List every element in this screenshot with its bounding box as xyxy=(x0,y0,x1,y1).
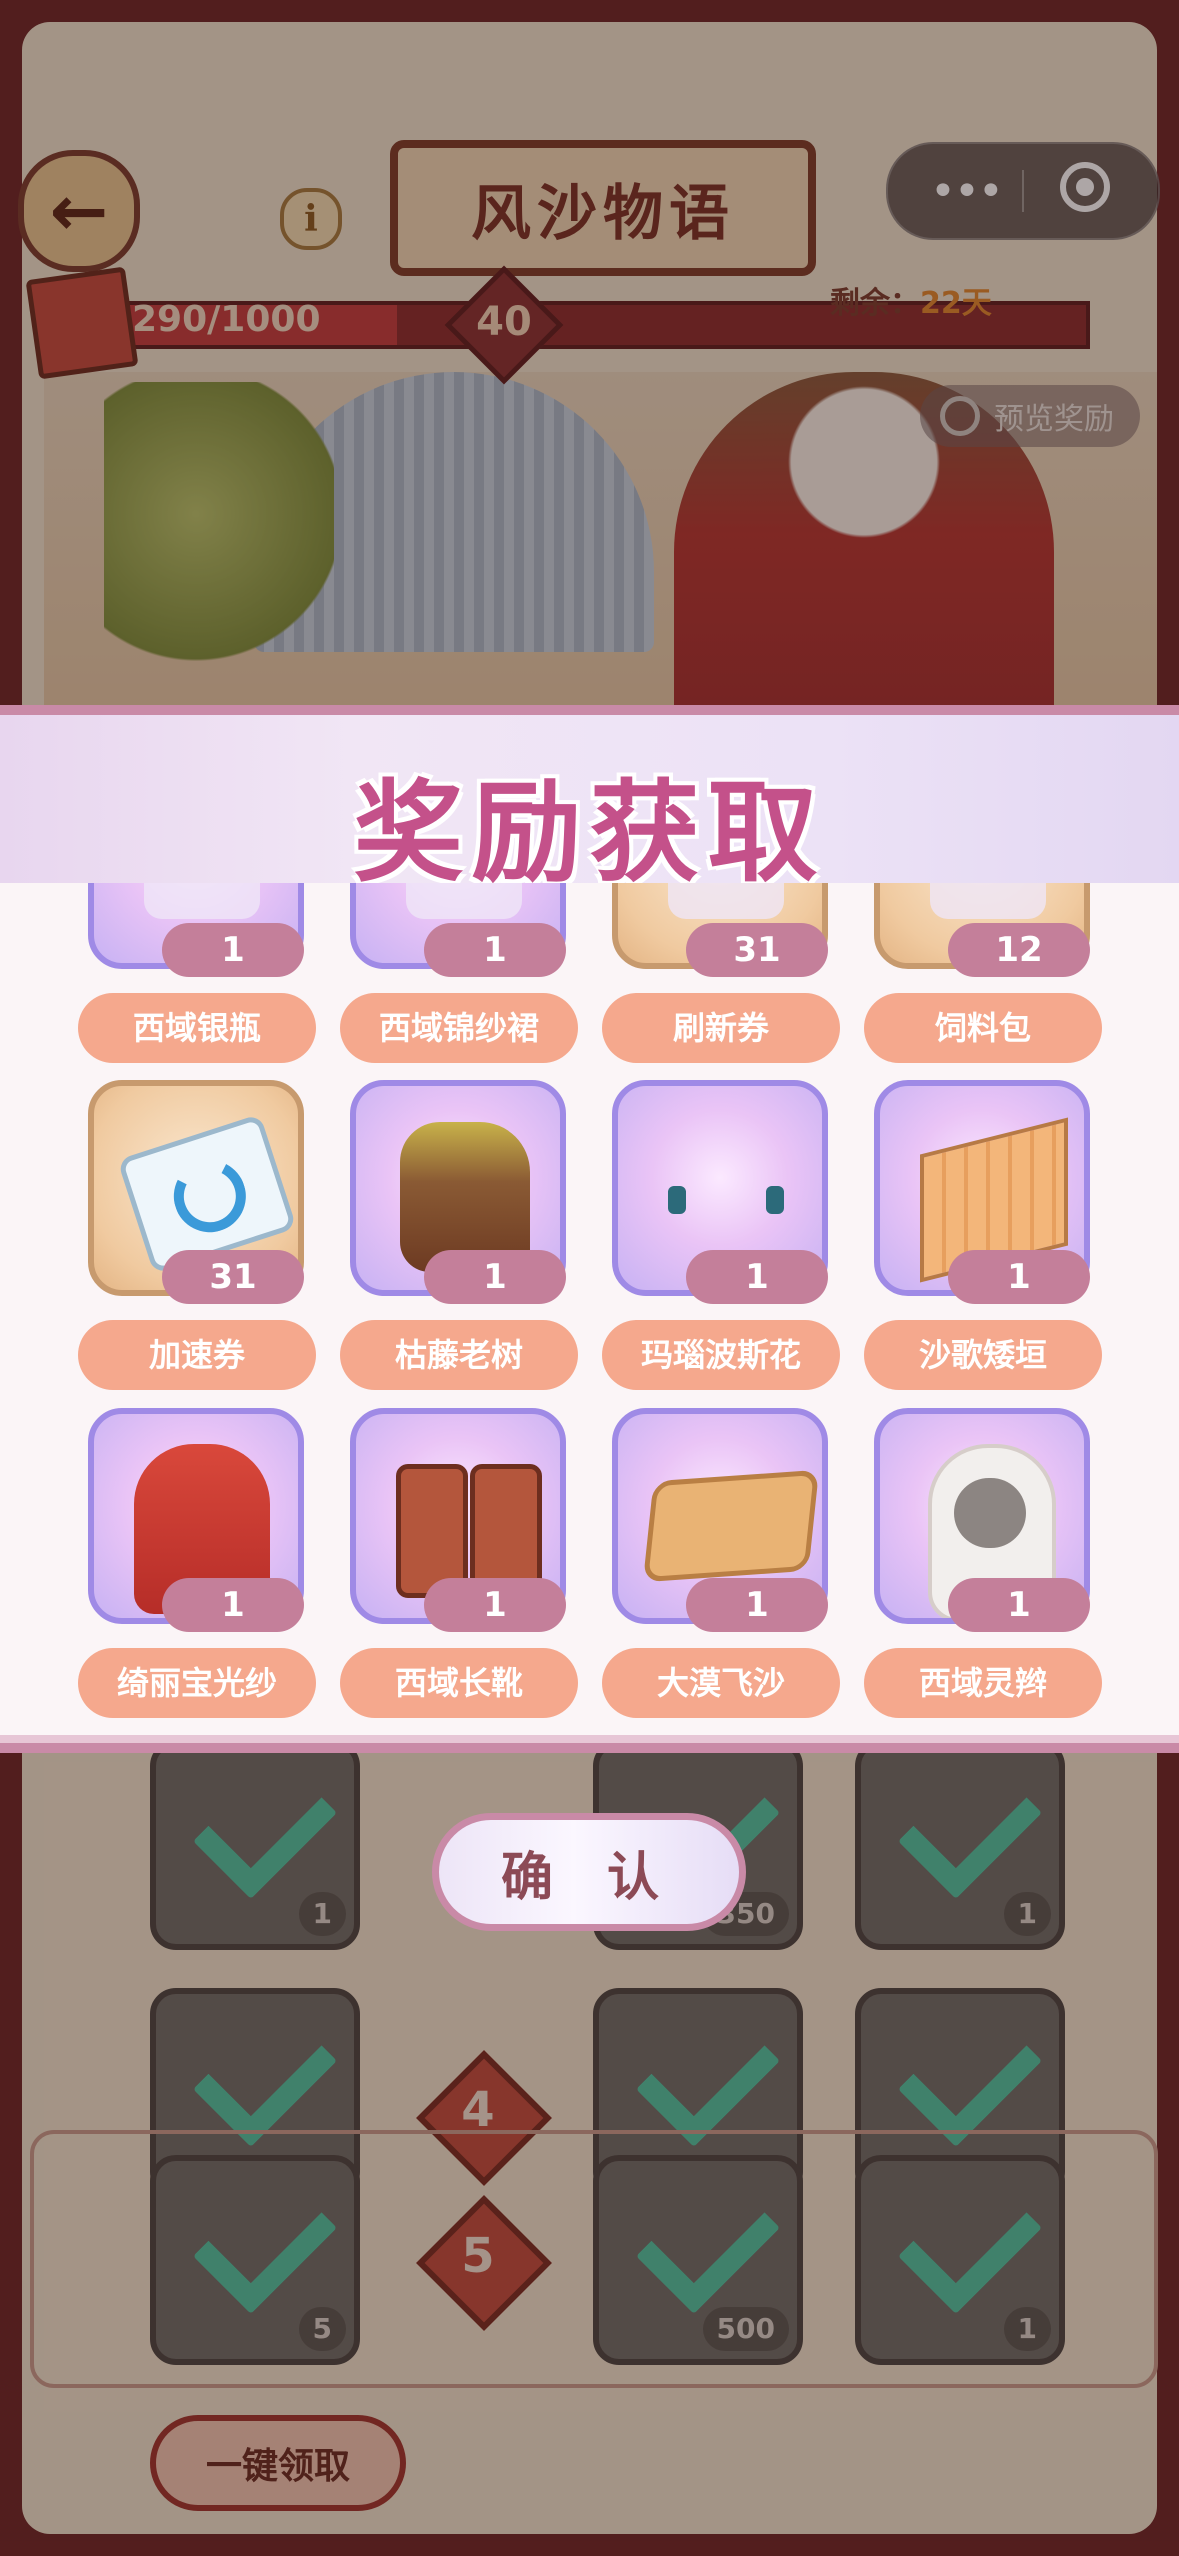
confirm-button[interactable]: 确 认 xyxy=(432,1813,746,1931)
reward-item-qty: 1 xyxy=(424,923,566,977)
feed-bag-icon xyxy=(930,883,1046,919)
reward-item-qty: 31 xyxy=(162,1250,304,1304)
reward-modal: 奖励获取 1 西域银瓶 1 西域锦纱裙 31 刷新券 12 饲料包 31 加速券 1 枯藤老树 1 玛瑙波… xyxy=(0,705,1179,1753)
reward-item-qty: 31 xyxy=(686,923,828,977)
reward-item-name: 西域灵辫 xyxy=(864,1648,1102,1718)
reward-item-qty: 1 xyxy=(686,1250,828,1304)
reward-item-name: 大漠飞沙 xyxy=(602,1648,840,1718)
reward-item-qty: 1 xyxy=(948,1578,1090,1632)
reward-item-name: 饲料包 xyxy=(864,993,1102,1063)
reward-item-qty: 1 xyxy=(424,1250,566,1304)
reward-item-name: 绮丽宝光纱 xyxy=(78,1648,316,1718)
reward-item-qty: 1 xyxy=(424,1578,566,1632)
vase-icon xyxy=(144,883,260,919)
reward-item-name: 西域锦纱裙 xyxy=(340,993,578,1063)
reward-item-name: 玛瑙波斯花 xyxy=(602,1320,840,1390)
reward-item-qty: 1 xyxy=(162,1578,304,1632)
reward-item-qty: 12 xyxy=(948,923,1090,977)
reward-item-qty: 1 xyxy=(948,1250,1090,1304)
reward-item-name: 刷新券 xyxy=(602,993,840,1063)
modal-title: 奖励获取 xyxy=(353,769,826,897)
reward-item-name: 加速券 xyxy=(78,1320,316,1390)
modal-banner: 奖励获取 xyxy=(0,705,1179,897)
reward-item-name: 西域长靴 xyxy=(340,1648,578,1718)
reward-item-name: 枯藤老树 xyxy=(340,1320,578,1390)
reward-item-qty: 1 xyxy=(162,923,304,977)
reward-item-grid: 1 西域银瓶 1 西域锦纱裙 31 刷新券 12 饲料包 31 加速券 1 枯藤老树 1 玛瑙波斯花 1 沙歌… xyxy=(0,883,1179,1735)
refresh-ticket-icon xyxy=(668,883,784,919)
reward-item-qty: 1 xyxy=(686,1578,828,1632)
reward-item-name: 西域银瓶 xyxy=(78,993,316,1063)
reward-item-name: 沙歌矮垣 xyxy=(864,1320,1102,1390)
sand-tile-icon xyxy=(642,1469,820,1583)
earrings-icon xyxy=(766,1186,784,1214)
modal-bottom-border xyxy=(0,1735,1179,1753)
skirt-icon xyxy=(406,883,522,919)
earrings-icon xyxy=(668,1186,686,1214)
